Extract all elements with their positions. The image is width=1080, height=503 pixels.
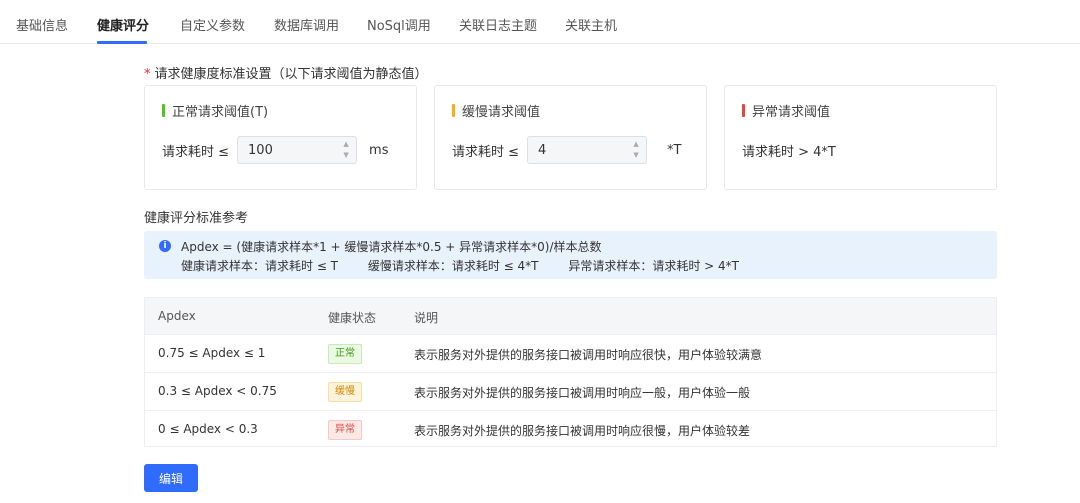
green-indicator-bar <box>162 104 165 117</box>
sample-definitions: 健康请求样本：请求耗时 ≤ T 缓慢请求样本：请求耗时 ≤ 4*T 异常请求样本… <box>181 257 765 274</box>
number-stepper[interactable]: ▲ ▼ <box>342 140 350 160</box>
slow-threshold-row: 请求耗时 ≤ 4 ▲ ▼ *T <box>452 136 681 164</box>
status-badge-slow: 缓慢 <box>328 382 362 402</box>
apdex-formula: Apdex = (健康请求样本*1 + 缓慢请求样本*0.5 + 异常请求样本*… <box>181 240 602 254</box>
status-description: 表示服务对外提供的服务接口被调用时响应很快，用户体验较满意 <box>414 348 763 362</box>
normal-threshold-input[interactable]: 100 ▲ ▼ <box>237 136 358 164</box>
apdex-reference-table: Apdex 健康状态 说明 0.75 ≤ Apdex ≤ 1 正常 表示服务对外… <box>144 297 997 447</box>
chevron-down-icon[interactable]: ▼ <box>633 151 638 160</box>
normal-threshold-card: 正常请求阈值(T) 请求耗时 ≤ 100 ▲ ▼ ms <box>144 85 417 190</box>
column-header-apdex: Apdex <box>158 309 196 323</box>
column-header-description: 说明 <box>414 311 439 325</box>
tab-log-topics[interactable]: 关联日志主题 <box>459 15 537 34</box>
info-icon: i <box>159 240 171 252</box>
table-row: 0.3 ≤ Apdex < 0.75 缓慢 表示服务对外提供的服务接口被调用时响… <box>145 373 996 411</box>
reference-section-title: 健康评分标准参考 <box>144 211 249 226</box>
apdex-range: 0.3 ≤ Apdex < 0.75 <box>158 384 277 398</box>
table-row: 0.75 ≤ Apdex ≤ 1 正常 表示服务对外提供的服务接口被调用时响应很… <box>145 335 996 373</box>
edit-button[interactable]: 编辑 <box>144 464 198 492</box>
apdex-info-alert: i Apdex = (健康请求样本*1 + 缓慢请求样本*0.5 + 异常请求样… <box>144 231 997 279</box>
card-title: 缓慢请求阈值 <box>452 101 540 120</box>
required-mark: * <box>144 67 151 82</box>
abnormal-threshold-card: 异常请求阈值 请求耗时 > 4*T <box>724 85 997 190</box>
normal-threshold-label: 请求耗时 ≤ <box>162 144 230 160</box>
table-header: Apdex 健康状态 说明 <box>145 298 996 335</box>
card-title: 正常请求阈值(T) <box>162 101 268 120</box>
tab-health-score[interactable]: 健康评分 <box>97 15 149 34</box>
abnormal-sample-definition: 异常请求样本：请求耗时 > 4*T <box>568 259 739 273</box>
threshold-title-text: 请求健康度标准设置（以下请求阈值为静态值） <box>154 67 428 82</box>
slow-threshold-title: 缓慢请求阈值 <box>462 105 541 120</box>
chevron-down-icon[interactable]: ▼ <box>343 151 348 160</box>
chevron-up-icon[interactable]: ▲ <box>633 140 638 149</box>
slow-threshold-value: 4 <box>538 142 547 158</box>
normal-threshold-value: 100 <box>248 142 273 158</box>
healthy-sample-definition: 健康请求样本：请求耗时 ≤ T <box>181 259 339 273</box>
status-badge-normal: 正常 <box>328 344 362 364</box>
red-indicator-bar <box>742 104 745 117</box>
slow-threshold-label: 请求耗时 ≤ <box>452 144 520 160</box>
abnormal-threshold-label: 请求耗时 > 4*T <box>742 144 836 160</box>
abnormal-threshold-title: 异常请求阈值 <box>752 105 831 120</box>
abnormal-threshold-row: 请求耗时 > 4*T <box>742 136 836 164</box>
status-badge-abnormal: 异常 <box>328 420 362 440</box>
table-row: 0 ≤ Apdex < 0.3 异常 表示服务对外提供的服务接口被调用时响应很慢… <box>145 411 996 449</box>
tab-basic-info[interactable]: 基础信息 <box>16 15 68 34</box>
yellow-indicator-bar <box>452 104 455 117</box>
slow-threshold-card: 缓慢请求阈值 请求耗时 ≤ 4 ▲ ▼ *T <box>434 85 707 190</box>
chevron-up-icon[interactable]: ▲ <box>343 140 348 149</box>
column-header-status: 健康状态 <box>328 311 377 325</box>
tab-custom-params[interactable]: 自定义参数 <box>180 15 245 34</box>
normal-threshold-title: 正常请求阈值(T) <box>172 105 269 120</box>
tab-bar: 基础信息 健康评分 自定义参数 数据库调用 NoSql调用 关联日志主题 关联主… <box>0 0 1080 44</box>
status-description: 表示服务对外提供的服务接口被调用时响应很慢，用户体验较差 <box>414 424 751 438</box>
apdex-range: 0 ≤ Apdex < 0.3 <box>158 422 258 436</box>
apdex-range: 0.75 ≤ Apdex ≤ 1 <box>158 346 266 360</box>
threshold-section-title: * 请求健康度标准设置（以下请求阈值为静态值） <box>144 63 428 82</box>
normal-threshold-row: 请求耗时 ≤ 100 ▲ ▼ ms <box>162 136 388 164</box>
number-stepper[interactable]: ▲ ▼ <box>632 140 640 160</box>
slow-threshold-unit: *T <box>667 142 682 158</box>
slow-threshold-input[interactable]: 4 ▲ ▼ <box>527 136 648 164</box>
slow-sample-definition: 缓慢请求样本：请求耗时 ≤ 4*T <box>367 259 539 273</box>
tab-nosql-calls[interactable]: NoSql调用 <box>367 15 431 34</box>
tab-hosts[interactable]: 关联主机 <box>565 15 617 34</box>
tab-db-calls[interactable]: 数据库调用 <box>274 15 339 34</box>
active-tab-indicator <box>97 41 147 44</box>
normal-threshold-unit: ms <box>369 142 389 158</box>
card-title: 异常请求阈值 <box>742 101 830 120</box>
status-description: 表示服务对外提供的服务接口被调用时响应一般，用户体验一般 <box>414 386 751 400</box>
